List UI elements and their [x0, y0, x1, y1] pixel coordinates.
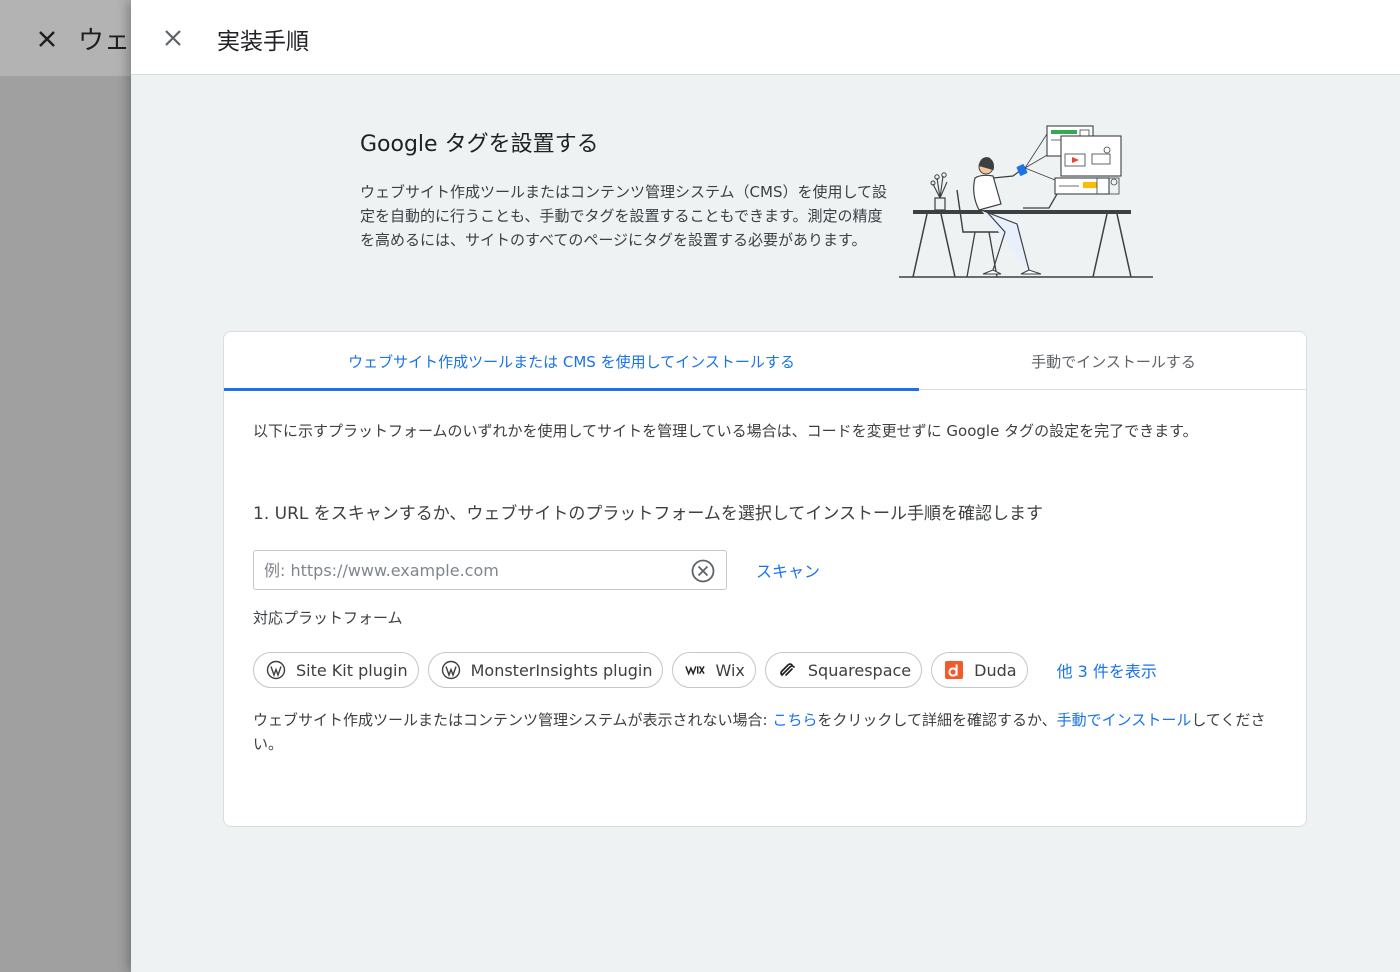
person-at-desk-illustration: [899, 125, 1153, 278]
tab-manual-install[interactable]: 手動でインストールする: [919, 332, 1306, 390]
show-more-platforms-link[interactable]: 他 3 件を表示: [1057, 658, 1157, 682]
cms-description: 以下に示すプラットフォームのいずれかを使用してサイトを管理している場合は、コード…: [253, 422, 1198, 440]
platform-chip-squarespace[interactable]: Squarespace: [764, 652, 923, 688]
background-title: ウェ: [78, 26, 131, 56]
platform-chip-monsterinsights[interactable]: MonsterInsights plugin: [427, 652, 664, 688]
drawer-header: 実装手順: [131, 0, 1400, 75]
here-link[interactable]: こちら: [772, 711, 817, 729]
platform-chip-label: Duda: [974, 660, 1017, 680]
clear-icon[interactable]: [690, 558, 716, 584]
manual-install-link[interactable]: 手動でインストール: [1057, 711, 1192, 729]
intro-heading: Google タグを設置する: [360, 132, 599, 157]
tab-bar: ウェブサイト作成ツールまたは CMS を使用してインストールする 手動でインスト…: [224, 332, 1306, 391]
platform-chip-duda[interactable]: Duda: [931, 652, 1028, 688]
close-icon[interactable]: [155, 20, 191, 56]
squarespace-icon: [778, 660, 798, 680]
footer-text-middle: をクリックして詳細を確認するか、: [817, 711, 1057, 729]
platform-chip-wix[interactable]: Wix: [672, 652, 756, 688]
footer-note: ウェブサイト作成ツールまたはコンテンツ管理システムが表示されない場合: こちらを…: [253, 708, 1283, 756]
step-1-label: 1. URL をスキャンするか、ウェブサイトのプラットフォームを選択してインスト…: [253, 504, 1044, 524]
install-instructions-drawer: 実装手順 Google タグを設置する ウェブサイト作成ツールまたはコンテンツ管…: [131, 0, 1400, 972]
supported-platforms-label: 対応プラットフォーム: [253, 609, 403, 627]
duda-icon: [944, 660, 964, 680]
platform-chip-label: Site Kit plugin: [296, 660, 408, 680]
drawer-title: 実装手順: [217, 29, 309, 55]
url-input[interactable]: [254, 551, 684, 589]
wordpress-icon: [441, 660, 461, 680]
platform-chip-label: Wix: [715, 660, 745, 680]
tab-cms-install[interactable]: ウェブサイト作成ツールまたは CMS を使用してインストールする: [224, 332, 919, 391]
platform-chips: Site Kit plugin MonsterInsights plugin W…: [253, 652, 1157, 688]
wix-icon: [685, 660, 706, 680]
intro-section: Google タグを設置する ウェブサイト作成ツールまたはコンテンツ管理システム…: [360, 126, 890, 252]
wordpress-icon: [266, 660, 286, 680]
platform-chip-label: MonsterInsights plugin: [470, 660, 653, 680]
platform-chip-label: Squarespace: [807, 660, 912, 680]
footer-text-before: ウェブサイト作成ツールまたはコンテンツ管理システムが表示されない場合:: [253, 711, 773, 729]
install-options-card: ウェブサイト作成ツールまたは CMS を使用してインストールする 手動でインスト…: [223, 331, 1307, 827]
url-input-container: [253, 550, 727, 590]
intro-body: ウェブサイト作成ツールまたはコンテンツ管理システム（CMS）を使用して設定を自動…: [360, 183, 888, 249]
scan-button[interactable]: スキャン: [746, 550, 830, 590]
background-close-icon[interactable]: [30, 22, 64, 56]
platform-chip-site-kit[interactable]: Site Kit plugin: [253, 652, 419, 688]
